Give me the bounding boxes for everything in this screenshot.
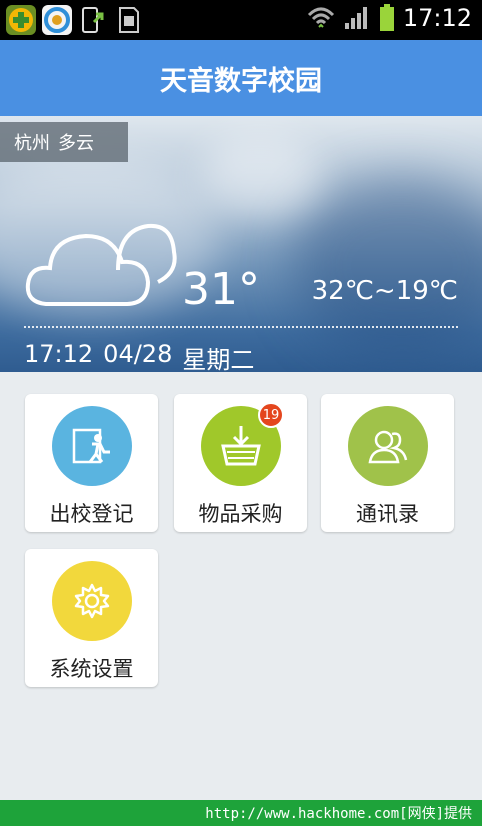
current-temperature: 31° (182, 264, 260, 315)
cloud-icon (25, 223, 177, 306)
city-label: 杭州 (14, 133, 50, 154)
tile-label: 物品采购 (198, 502, 283, 526)
title-bar: 天音数字校园 (0, 40, 482, 116)
signal-icon (344, 7, 367, 29)
location-badge[interactable]: 杭州 多云 (0, 122, 128, 162)
watermark-footer: http://www.hackhome.com[网侠]提供 (0, 800, 482, 826)
sd-card-icon (114, 5, 144, 35)
phone-transfer-icon (78, 5, 108, 35)
exit-door-icon (52, 406, 132, 486)
weekday-label: 星期二 (182, 346, 255, 372)
datetime: 17:12 04/28 星期二 (24, 340, 254, 372)
notification-badge: 19 (258, 402, 284, 428)
feature-grid: 出校登记 19 物品采购 通讯录 系统设置 (0, 372, 482, 802)
contacts-icon (348, 406, 428, 486)
divider (24, 326, 458, 328)
page-title: 天音数字校园 (160, 65, 322, 97)
date-label: 04/28 (103, 340, 173, 368)
tile-contacts[interactable]: 通讯录 (321, 394, 454, 532)
condition-label: 多云 (58, 133, 94, 154)
game-icon (6, 5, 36, 35)
status-bar: 17:12 (0, 0, 482, 40)
gear-icon (52, 561, 132, 641)
temperature-range: 32℃~19℃ (311, 276, 458, 306)
system-icons: 17:12 (307, 4, 472, 32)
weather-panel: 杭州 多云 31° 32℃~19℃ 17:12 04/28 星期二 (0, 116, 482, 372)
tile-exit-registration[interactable]: 出校登记 (25, 394, 158, 532)
tile-label: 出校登记 (49, 502, 134, 526)
footer-text: http://www.hackhome.com[网侠]提供 (205, 806, 472, 822)
tile-label: 通讯录 (356, 502, 419, 526)
tile-label: 系统设置 (49, 657, 134, 681)
tile-purchasing[interactable]: 19 物品采购 (174, 394, 307, 532)
status-time: 17:12 (402, 4, 472, 32)
battery-icon (379, 4, 394, 31)
wifi-icon (307, 7, 334, 28)
notification-icons (6, 5, 144, 35)
security-icon (42, 5, 72, 35)
clock-time: 17:12 (24, 340, 94, 368)
tile-settings[interactable]: 系统设置 (25, 549, 158, 687)
